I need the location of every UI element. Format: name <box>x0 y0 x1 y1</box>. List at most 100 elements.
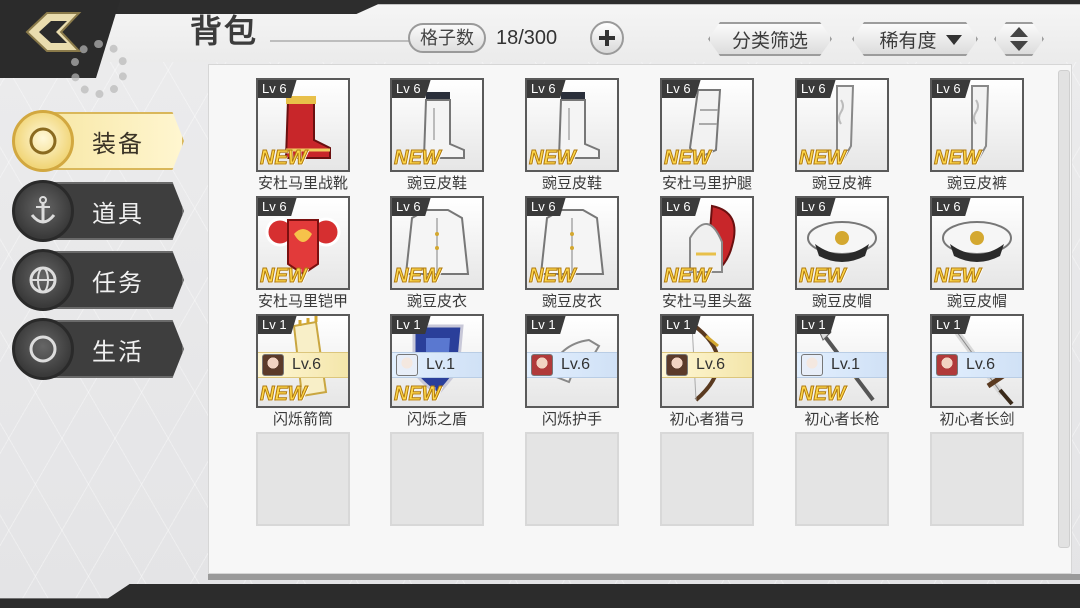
equipped-by-bar: Lv.6 <box>932 352 1022 378</box>
category-filter-label: 分类筛选 <box>731 29 808 52</box>
bottom-dark-bar <box>0 584 1080 608</box>
new-badge: NEW <box>799 265 847 288</box>
inventory-item-card[interactable]: Lv 1 Lv.1 NEW <box>795 314 889 408</box>
item-name: 闪烁箭筒 <box>272 410 333 428</box>
item-name: 豌豆皮裤 <box>811 174 872 192</box>
item-name: 豌豆皮裤 <box>946 174 1007 192</box>
rarity-sort-label: 稀有度 <box>879 29 937 52</box>
inventory-item-card[interactable]: Lv 1 Lv.6 <box>660 314 754 408</box>
inventory-item-card[interactable]: Lv 6 NEW <box>795 78 889 172</box>
item-name: 安杜马里战靴 <box>257 174 348 192</box>
item-name: 安杜马里铠甲 <box>257 292 348 310</box>
character-avatar <box>531 354 553 376</box>
new-badge: NEW <box>529 147 577 170</box>
tab-items[interactable]: 道具 <box>12 180 184 242</box>
back-button[interactable] <box>22 10 84 54</box>
item-level-tag: Lv 1 <box>662 316 701 334</box>
inventory-item-card[interactable]: Lv 6 NEW <box>930 196 1024 290</box>
item-level-tag: Lv 1 <box>527 316 566 334</box>
inventory-item-card[interactable]: Lv 1 Lv.1 NEW <box>390 314 484 408</box>
new-badge: NEW <box>799 147 847 170</box>
item-name: 豌豆皮帽 <box>811 292 872 310</box>
tab-label: 装备 <box>92 130 144 158</box>
empty-inventory-slot <box>660 432 754 526</box>
new-badge: NEW <box>934 147 982 170</box>
item-name: 初心者长枪 <box>804 410 880 428</box>
inventory-item-card[interactable]: Lv 6 NEW <box>525 78 619 172</box>
new-badge: NEW <box>260 147 308 170</box>
tab-life[interactable]: 生活 <box>12 318 184 380</box>
item-level-tag: Lv 6 <box>258 198 297 216</box>
inventory-item-card[interactable]: Lv 6 NEW <box>660 196 754 290</box>
rarity-sort-dropdown[interactable]: 稀有度 <box>852 22 978 56</box>
new-badge: NEW <box>394 265 442 288</box>
inventory-item-card[interactable]: Lv 6 NEW <box>930 78 1024 172</box>
inventory-item-card[interactable]: Lv 6 NEW <box>660 78 754 172</box>
inventory-item-card[interactable]: Lv 6 NEW <box>390 196 484 290</box>
empty-inventory-slot <box>525 432 619 526</box>
item-level-tag: Lv 6 <box>258 80 297 98</box>
item-level-tag: Lv 6 <box>527 80 566 98</box>
page-title: 背包 <box>190 12 259 50</box>
back-arrow-icon <box>25 12 82 52</box>
inventory-item-card[interactable]: Lv 6 NEW <box>795 196 889 290</box>
tab-label: 生活 <box>92 338 144 366</box>
new-badge: NEW <box>934 265 982 288</box>
item-name: 豌豆皮鞋 <box>541 174 602 192</box>
inventory-item-card[interactable]: Lv 1 Lv.6 NEW <box>256 314 350 408</box>
item-level-tag: Lv 6 <box>662 80 701 98</box>
equipped-by-bar: Lv.6 <box>258 352 348 378</box>
inventory-item-card[interactable]: Lv 1 Lv.6 <box>930 314 1024 408</box>
character-level: Lv.1 <box>426 356 456 373</box>
slot-value: 18/300 <box>496 26 558 49</box>
inventory-item-card[interactable]: Lv 1 Lv.6 <box>525 314 619 408</box>
new-badge: NEW <box>664 147 712 170</box>
item-name: 安杜马里护腿 <box>661 174 752 192</box>
equipped-by-bar: Lv.6 <box>662 352 752 378</box>
character-level: Lv.6 <box>966 356 996 373</box>
item-name: 初心者猎弓 <box>669 410 745 428</box>
new-badge: NEW <box>260 383 308 406</box>
item-level-tag: Lv 6 <box>662 198 701 216</box>
new-badge: NEW <box>799 383 847 406</box>
item-name: 豌豆皮衣 <box>541 292 602 310</box>
item-level-tag: Lv 1 <box>392 316 431 334</box>
tab-quests[interactable]: 任务 <box>12 249 184 311</box>
slot-counter: 格子数 18/300 <box>408 21 624 55</box>
tab-label: 道具 <box>92 200 144 228</box>
equipment-emblem-icon <box>12 110 74 172</box>
item-level-tag: Lv 6 <box>797 80 836 98</box>
item-name: 豌豆皮鞋 <box>406 174 467 192</box>
item-level-tag: Lv 6 <box>932 80 971 98</box>
panel-bottom-edge <box>208 574 1080 580</box>
anchor-icon <box>12 180 74 242</box>
item-level-tag: Lv 1 <box>932 316 971 334</box>
character-level: Lv.6 <box>292 356 322 373</box>
item-name: 初心者长剑 <box>939 410 1015 428</box>
item-level-tag: Lv 6 <box>392 80 431 98</box>
character-level: Lv.1 <box>831 356 861 373</box>
new-badge: NEW <box>394 147 442 170</box>
item-level-tag: Lv 1 <box>797 316 836 334</box>
empty-inventory-slot <box>930 432 1024 526</box>
inventory-item-card[interactable]: Lv 6 NEW <box>256 78 350 172</box>
tab-equipment[interactable]: 装备 <box>12 110 184 172</box>
character-avatar <box>262 354 284 376</box>
expand-slots-button[interactable] <box>590 21 624 55</box>
inventory-item-card[interactable]: Lv 6 NEW <box>525 196 619 290</box>
plus-icon <box>599 30 615 46</box>
inventory-item-card[interactable]: Lv 6 NEW <box>256 196 350 290</box>
item-level-tag: Lv 6 <box>392 198 431 216</box>
item-level-tag: Lv 6 <box>932 198 971 216</box>
item-name: 闪烁之盾 <box>406 410 467 428</box>
inventory-scrollbar[interactable] <box>1058 70 1070 548</box>
empty-inventory-slot <box>795 432 889 526</box>
inventory-item-card[interactable]: Lv 6 NEW <box>390 78 484 172</box>
dropdown-arrow-icon <box>946 35 962 45</box>
category-filter-button[interactable]: 分类筛选 <box>708 22 832 56</box>
globe-icon <box>12 249 74 311</box>
character-level: Lv.6 <box>561 356 591 373</box>
character-avatar <box>666 354 688 376</box>
character-avatar <box>801 354 823 376</box>
new-badge: NEW <box>260 265 308 288</box>
